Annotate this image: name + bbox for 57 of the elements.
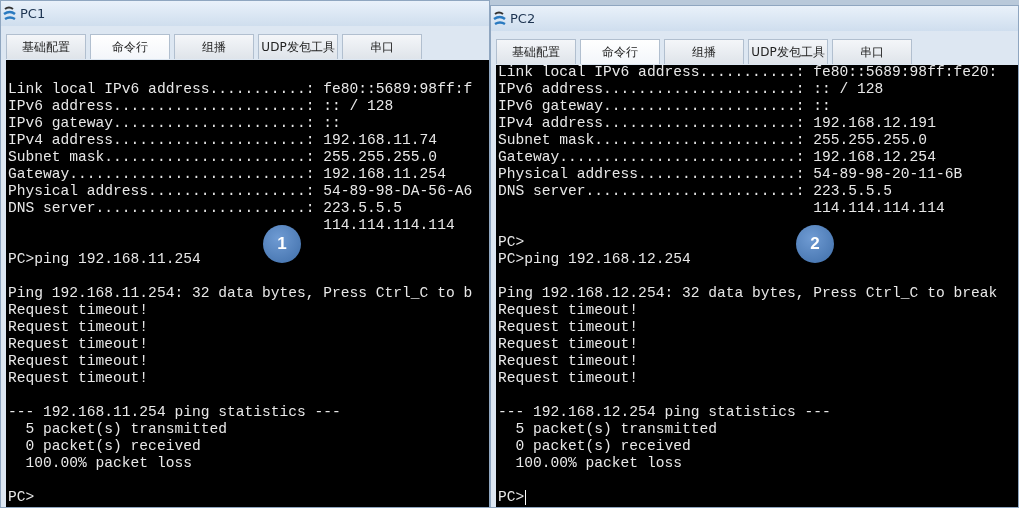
tab[interactable]: 命令行 [580, 39, 660, 64]
terminal-line: Request timeout! [8, 370, 149, 387]
terminal-line: Request timeout! [8, 302, 149, 319]
tab[interactable]: UDP发包工具 [258, 34, 338, 59]
terminal-line: IPv4 address......................: 192.168.12.191 [498, 115, 936, 132]
terminal-line: 5 packet(s) transmitted [24, 421, 227, 438]
number-badge: 2 [796, 225, 834, 263]
tab[interactable]: 串口 [342, 34, 422, 59]
terminal-line: Request timeout! [498, 302, 639, 319]
terminal-line: PC> [8, 489, 35, 506]
terminal-line: 114.114.114.114 [812, 200, 945, 217]
terminal-line: DNS server........................: 223.5.5.5 [8, 200, 403, 217]
terminal-line: Link local IPv6 address...........: fe80::5689:98ff:f [8, 81, 473, 98]
terminal-line: 100.00% packet loss [24, 455, 192, 472]
tab[interactable]: 基础配置 [6, 34, 86, 59]
terminal-line: PC> [498, 234, 525, 251]
terminal-line: --- 192.168.12.254 ping statistics --- [498, 404, 831, 421]
terminal-line: Ping 192.168.12.254: 32 data bytes, Press Ctrl_C to break [498, 285, 998, 302]
window-title: PC2 [510, 11, 536, 26]
terminal-line: 0 packet(s) received [514, 438, 691, 455]
terminal-line: Physical address..................: 54-89-98-DA-56-A6 [8, 183, 473, 200]
terminal-line: Subnet mask.......................: 255.255.255.0 [8, 149, 438, 166]
terminal-line: PC> [498, 489, 525, 506]
terminal-line: Request timeout! [8, 319, 149, 336]
terminal-line: IPv6 gateway......................: :: [498, 98, 831, 115]
tab[interactable]: UDP发包工具 [748, 39, 828, 64]
tab[interactable]: 组播 [664, 39, 744, 64]
terminal-line: Ping 192.168.11.254: 32 data bytes, Press Ctrl_C to b [8, 285, 473, 302]
tab[interactable]: 组播 [174, 34, 254, 59]
terminal-line: Gateway...........................: 192.168.11.254 [8, 166, 446, 183]
terminal-line: DNS server........................: 223.5.5.5 [498, 183, 893, 200]
terminal-line: 0 packet(s) received [24, 438, 201, 455]
terminal-line: PC>ping 192.168.12.254 [498, 251, 691, 268]
terminal-line: Request timeout! [498, 319, 639, 336]
terminal-line: 5 packet(s) transmitted [514, 421, 717, 438]
tab[interactable]: 基础配置 [496, 39, 576, 64]
terminal-line: Physical address..................: 54-89-98-20-11-6B [498, 166, 963, 183]
terminal-line: IPv6 address......................: :: / 128 [498, 81, 884, 98]
terminal-line: 100.00% packet loss [514, 455, 682, 472]
terminal-line: Request timeout! [498, 353, 639, 370]
terminal-line: Request timeout! [8, 353, 149, 370]
terminal-line: Request timeout! [8, 336, 149, 353]
terminal-line: Request timeout! [498, 370, 639, 387]
terminal-line: Gateway...........................: 192.168.12.254 [498, 149, 936, 166]
terminal-line: IPv4 address......................: 192.168.11.74 [8, 132, 438, 149]
terminal-line: IPv6 address......................: :: / 128 [8, 98, 394, 115]
tab[interactable]: 串口 [832, 39, 912, 64]
tab[interactable]: 命令行 [90, 34, 170, 59]
terminal-line: IPv6 gateway......................: :: [8, 115, 341, 132]
terminal-line: PC>ping 192.168.11.254 [8, 251, 201, 268]
terminal-line: Request timeout! [498, 336, 639, 353]
window-title: PC1 [20, 6, 46, 21]
terminal-line: Subnet mask.......................: 255.255.255.0 [498, 132, 928, 149]
terminal-line: Link local IPv6 address...........: fe80::5689:98ff:fe20: [498, 65, 998, 81]
terminal-line: 114.114.114.114 [322, 217, 455, 234]
terminal-line: --- 192.168.11.254 ping statistics --- [8, 404, 341, 421]
number-badge: 1 [263, 225, 301, 263]
